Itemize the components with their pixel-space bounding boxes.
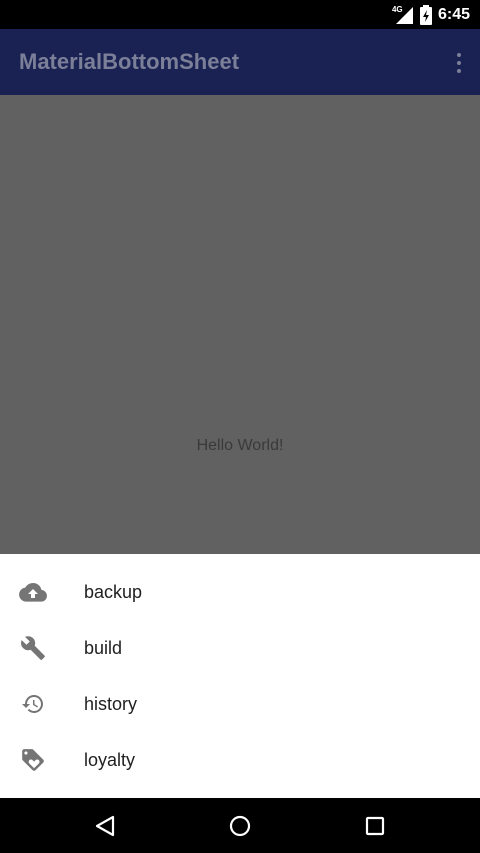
sheet-item-label: loyalty (84, 750, 136, 770)
sheet-item-label: build (84, 638, 123, 658)
app-bar: MaterialBottomSheet (0, 29, 480, 95)
hello-text: Hello World! (196, 437, 284, 454)
sheet-item-history[interactable]: history (0, 676, 480, 732)
status-bar: 4G 6:45 (0, 0, 480, 29)
status-icons: 4G 6:45 (392, 0, 470, 29)
cloud-upload-icon (19, 580, 47, 604)
scrim-overlay[interactable]: Hello World! (0, 95, 480, 554)
loyalty-tag-icon (19, 748, 47, 772)
signal-icon: 4G (392, 5, 414, 25)
sheet-item-label: history (84, 694, 138, 714)
sheet-item-loyalty[interactable]: loyalty (0, 732, 480, 788)
history-icon (19, 692, 47, 716)
wrench-icon (19, 636, 47, 660)
more-vert-icon[interactable] (452, 51, 466, 75)
sheet-item-build[interactable]: build (0, 620, 480, 676)
sheet-item-label: backup (84, 582, 143, 602)
app-title: MaterialBottomSheet (19, 49, 240, 74)
status-time: 6:45 (437, 5, 470, 23)
navigation-bar (0, 798, 480, 853)
back-icon[interactable] (91, 812, 119, 840)
bottom-sheet: backup build history loyalty (0, 554, 480, 798)
sheet-item-backup[interactable]: backup (0, 564, 480, 620)
battery-charging-icon (419, 4, 432, 25)
recents-icon[interactable] (361, 812, 389, 840)
home-icon[interactable] (226, 812, 254, 840)
